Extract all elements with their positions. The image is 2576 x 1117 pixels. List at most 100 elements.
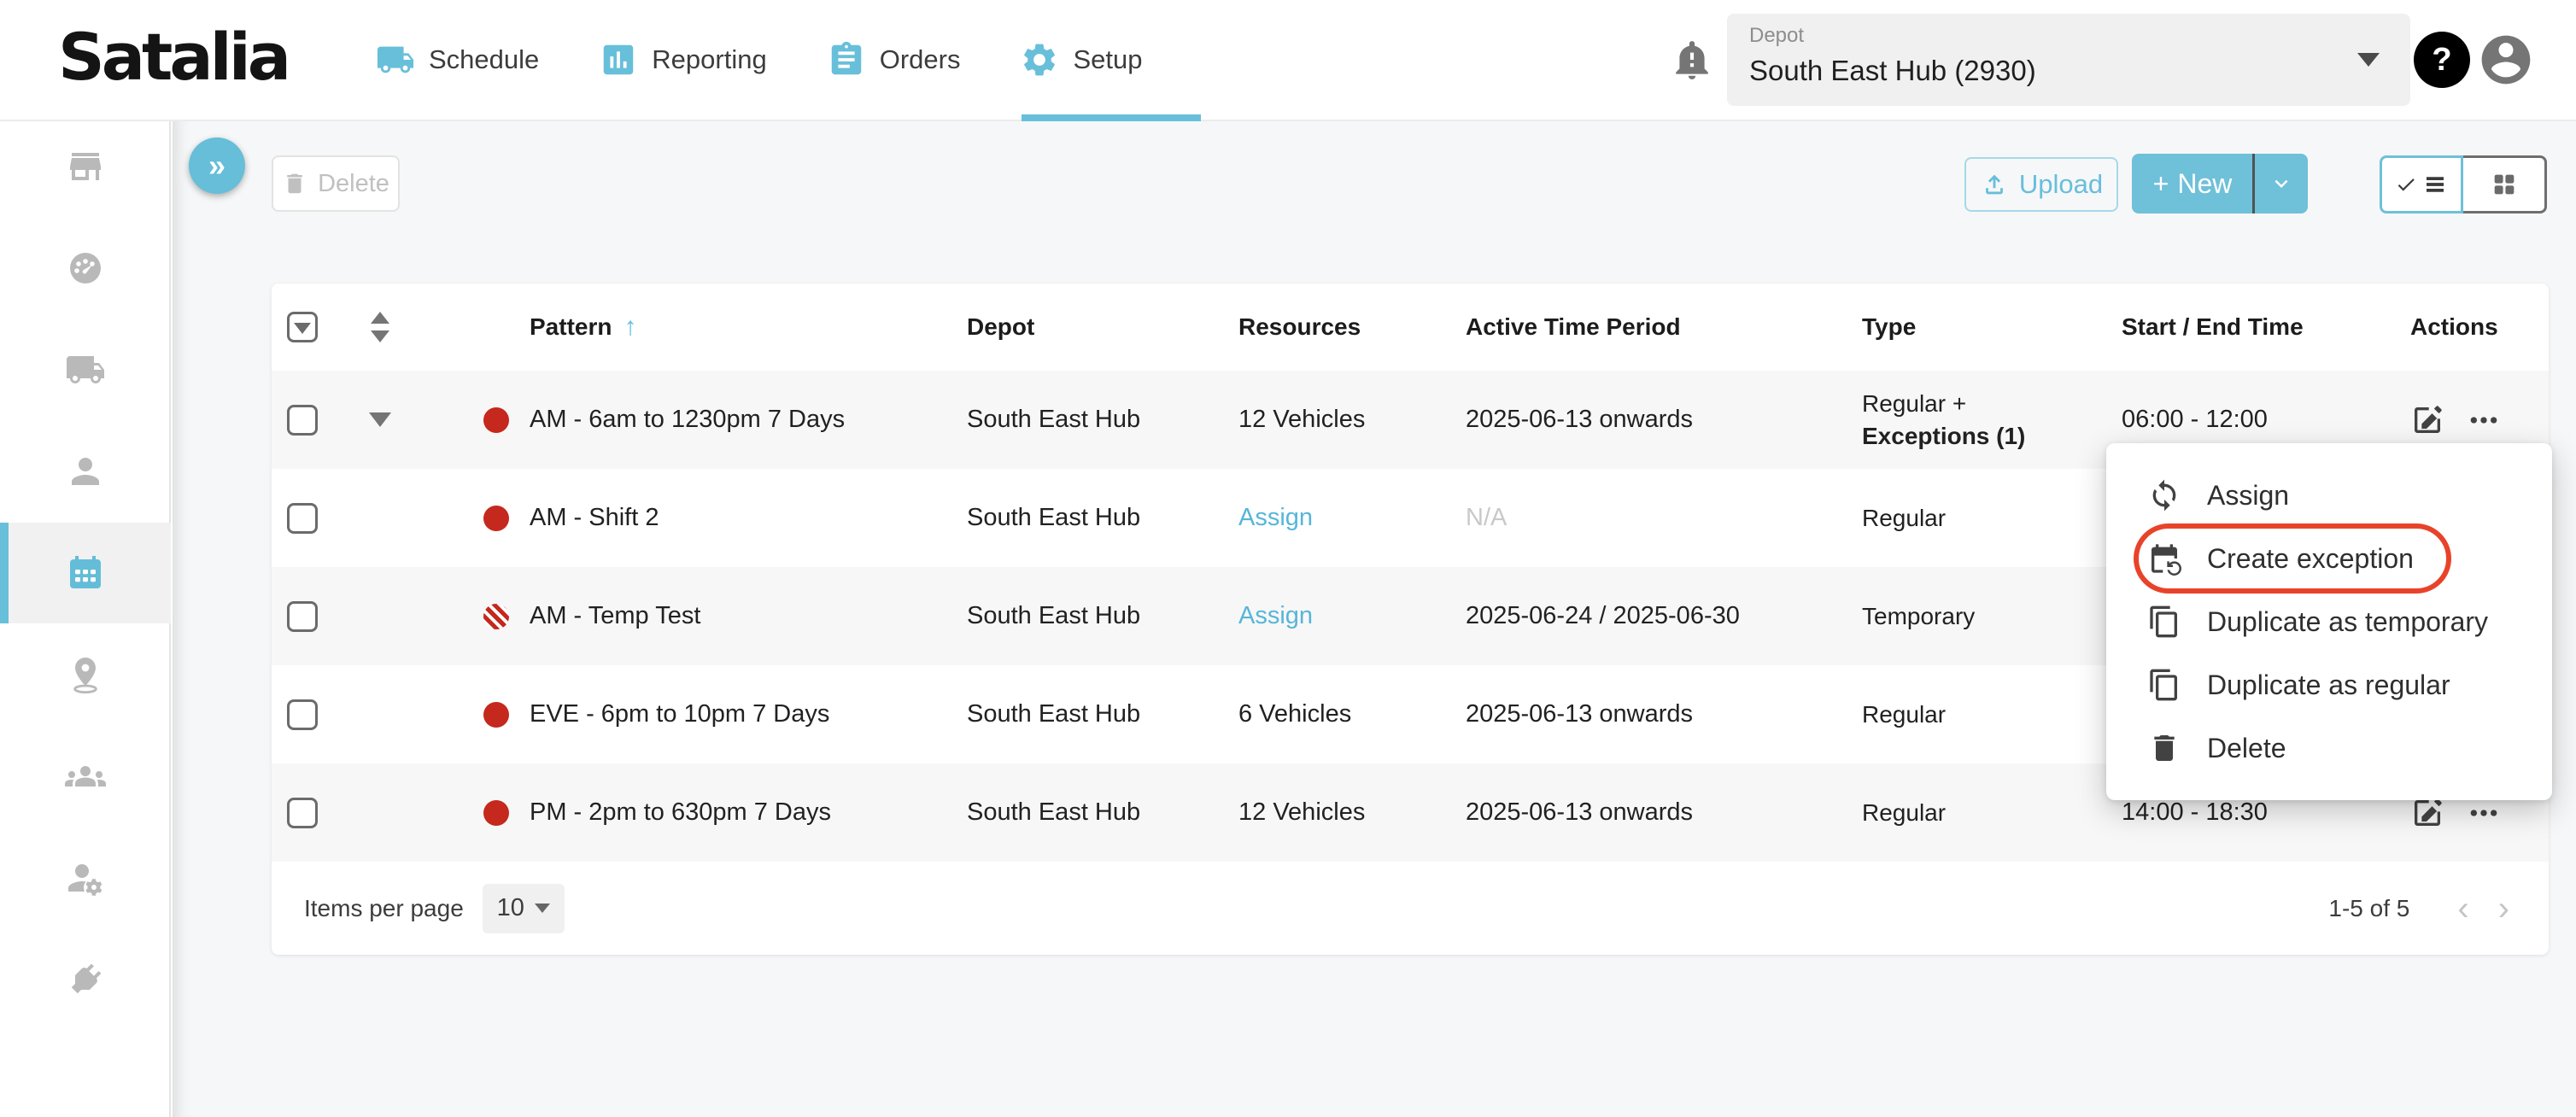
resources-cell: 12 Vehicles xyxy=(1238,406,1466,434)
copy-icon xyxy=(2147,605,2181,639)
new-button[interactable]: + New xyxy=(2133,154,2252,213)
more-actions-button[interactable] xyxy=(2467,796,2501,830)
depot-cell: South East Hub xyxy=(967,406,1238,434)
chevron-down-icon xyxy=(2269,171,2294,196)
column-header-active-time-period[interactable]: Active Time Period xyxy=(1466,313,1862,341)
sidebar-item-depots[interactable] xyxy=(0,116,171,217)
depot-cell: South East Hub xyxy=(967,602,1238,630)
trash-icon xyxy=(282,171,307,196)
column-header-pattern[interactable]: Pattern↑ xyxy=(530,313,967,342)
next-page-button[interactable]: › xyxy=(2498,892,2509,926)
tab-setup[interactable]: Setup xyxy=(1020,40,1142,79)
tab-orders[interactable]: Orders xyxy=(827,40,961,79)
page-size-value: 10 xyxy=(497,894,524,922)
sidebar-item-drivers[interactable] xyxy=(0,421,171,522)
items-per-page-label: Items per page xyxy=(304,895,464,922)
new-split-button: + New xyxy=(2132,154,2308,213)
menu-item-delete[interactable]: Delete xyxy=(2106,716,2552,780)
row-checkbox[interactable] xyxy=(287,798,318,828)
edit-button[interactable] xyxy=(2410,403,2444,437)
main-navigation: Schedule Reporting Orders Setup xyxy=(376,0,1142,120)
help-button[interactable]: ? xyxy=(2414,32,2470,88)
sync-icon xyxy=(2147,478,2181,512)
menu-item-assign[interactable]: Assign xyxy=(2106,464,2552,527)
table-header-row: Pattern↑ Depot Resources Active Time Per… xyxy=(272,284,2549,371)
pattern-name: AM - Temp Test xyxy=(530,602,967,630)
column-header-actions: Actions xyxy=(2374,313,2549,341)
active-period-cell: 2025-06-24 / 2025-06-30 xyxy=(1466,602,1862,630)
grid-view-button[interactable] xyxy=(2463,155,2547,213)
column-header-type[interactable]: Type xyxy=(1862,311,2122,343)
sidebar-item-shift-patterns[interactable] xyxy=(0,523,171,623)
top-app-bar: Satalia Schedule Reporting Orders Setup … xyxy=(0,0,2576,121)
calendar-icon xyxy=(65,553,106,594)
type-cell: Regular xyxy=(1862,797,2122,829)
pattern-name: PM - 2pm to 630pm 7 Days xyxy=(530,798,967,827)
expand-sort-control[interactable] xyxy=(371,312,389,342)
row-checkbox[interactable] xyxy=(287,405,318,436)
upload-button[interactable]: Upload xyxy=(1964,157,2118,212)
more-actions-button[interactable] xyxy=(2467,403,2501,437)
store-icon xyxy=(65,146,106,187)
delete-button[interactable]: Delete xyxy=(272,155,400,212)
page-size-select[interactable]: 10 xyxy=(483,884,565,933)
previous-page-button[interactable]: ‹ xyxy=(2457,892,2468,926)
resources-cell: 12 Vehicles xyxy=(1238,798,1466,827)
depot-selector-label: Depot xyxy=(1749,24,1804,48)
active-period-cell: 2025-06-13 onwards xyxy=(1466,798,1862,827)
calendar-repeat-icon xyxy=(2147,541,2181,576)
sidebar-item-integrations[interactable] xyxy=(0,929,171,1030)
new-button-label: New xyxy=(2177,168,2232,200)
page-range-label: 1-5 of 5 xyxy=(2328,895,2409,922)
list-view-button[interactable] xyxy=(2380,155,2463,213)
menu-item-create-exception[interactable]: Create exception xyxy=(2106,527,2552,590)
select-all-checkbox[interactable] xyxy=(287,312,318,342)
column-header-depot[interactable]: Depot xyxy=(967,313,1238,341)
menu-item-duplicate-as-regular[interactable]: Duplicate as regular xyxy=(2106,653,2552,716)
row-checkbox[interactable] xyxy=(287,699,318,730)
depot-selector[interactable]: Depot South East Hub (2930) xyxy=(1727,14,2410,106)
plus-icon: + xyxy=(2153,168,2169,200)
status-dot-regular xyxy=(483,800,509,826)
menu-item-duplicate-as-temporary[interactable]: Duplicate as temporary xyxy=(2106,590,2552,653)
row-actions-context-menu: Assign Create exception Duplicate as tem… xyxy=(2106,443,2552,800)
sidebar-item-locations[interactable] xyxy=(0,624,171,725)
user-avatar[interactable] xyxy=(2477,31,2535,89)
tab-schedule[interactable]: Schedule xyxy=(376,40,539,79)
sidebar xyxy=(0,121,171,1117)
status-dot-regular xyxy=(483,702,509,728)
new-dropdown-button[interactable] xyxy=(2252,154,2307,213)
location-pin-icon xyxy=(65,654,106,695)
menu-item-label: Duplicate as regular xyxy=(2207,670,2450,701)
type-cell: Regular xyxy=(1862,699,2122,731)
sidebar-item-vehicles[interactable] xyxy=(0,319,171,420)
active-period-cell: 2025-06-13 onwards xyxy=(1466,700,1862,728)
menu-item-label: Create exception xyxy=(2207,543,2414,575)
sidebar-expand-button[interactable]: » xyxy=(189,137,245,194)
people-group-icon xyxy=(65,756,106,797)
upload-button-label: Upload xyxy=(2019,169,2103,200)
edit-icon xyxy=(2410,796,2444,830)
chevron-down-icon xyxy=(2357,53,2380,67)
row-checkbox[interactable] xyxy=(287,601,318,632)
tab-reporting[interactable]: Reporting xyxy=(599,40,766,79)
column-header-resources[interactable]: Resources xyxy=(1238,313,1466,341)
sidebar-item-dashboard[interactable] xyxy=(0,218,171,319)
pattern-name: AM - 6am to 1230pm 7 Days xyxy=(530,406,967,434)
row-checkbox[interactable] xyxy=(287,503,318,534)
notifications-bell-icon[interactable] xyxy=(1671,38,1713,82)
edit-button[interactable] xyxy=(2410,796,2444,830)
expand-row-caret[interactable] xyxy=(369,412,391,427)
type-cell: Regular xyxy=(1862,502,2122,535)
assign-link[interactable]: Assign xyxy=(1238,504,1313,531)
depot-cell: South East Hub xyxy=(967,504,1238,532)
depot-selector-value: South East Hub (2930) xyxy=(1749,55,2036,87)
check-icon xyxy=(2395,173,2417,196)
column-header-start-end-time[interactable]: Start / End Time xyxy=(2122,313,2374,341)
delete-button-label: Delete xyxy=(318,170,389,198)
sidebar-item-teams[interactable] xyxy=(0,726,171,827)
assign-link[interactable]: Assign xyxy=(1238,602,1313,629)
sidebar-item-user-management[interactable] xyxy=(0,828,171,928)
tab-label: Setup xyxy=(1073,44,1142,75)
pattern-name: AM - Shift 2 xyxy=(530,504,967,532)
